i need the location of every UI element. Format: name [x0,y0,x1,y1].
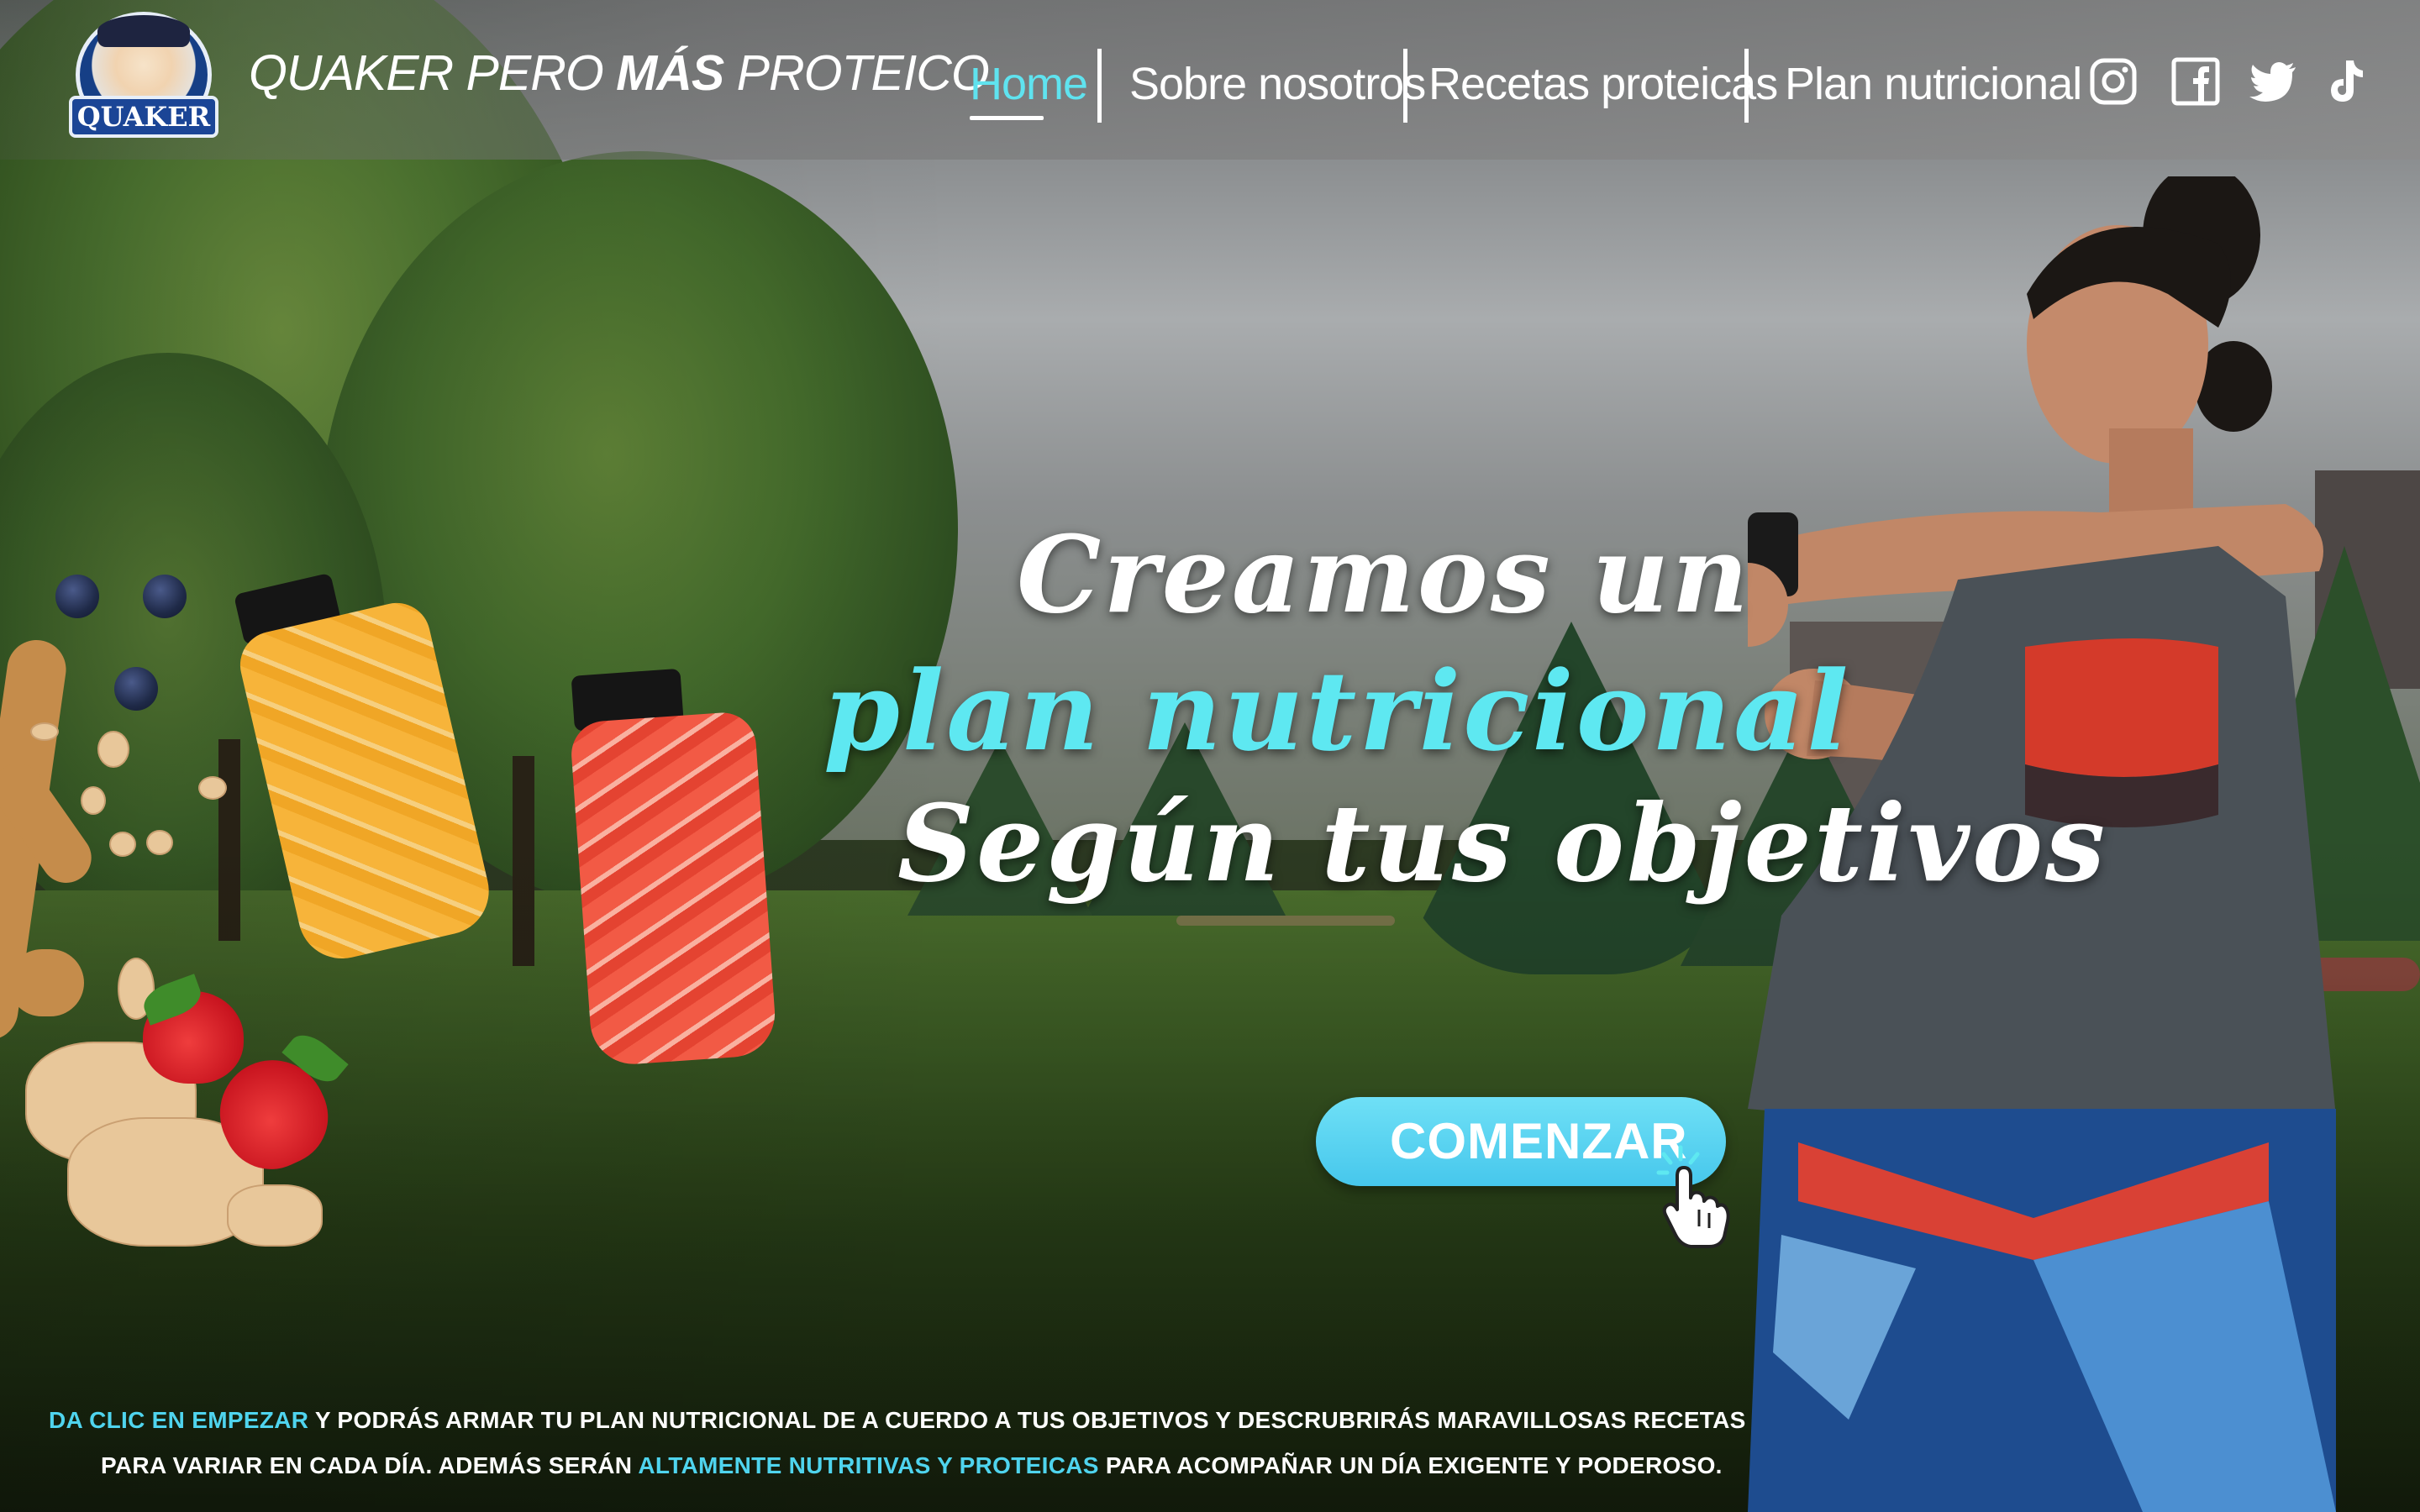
description-line-2: PARA VARIAR EN CADA DÍA. ADEMÁS SERÁN AL… [101,1445,1723,1487]
description-text: Y PODRÁS ARMAR TU PLAN NUTRICIONAL DE A … [308,1407,1746,1433]
description-text: PARA VARIAR EN CADA DÍA. ADEMÁS SERÁN [101,1452,639,1478]
ginger-root [8,949,84,1016]
oat-flake [30,722,59,741]
headline-line-2: plan nutricional [823,647,1851,775]
oat-flake [146,830,173,855]
facebook-icon[interactable] [2170,55,2222,108]
blueberry [55,575,99,618]
oat-flake [109,832,136,857]
instagram-icon[interactable] [2087,55,2139,108]
description-highlight: DA CLIC EN EMPEZAR [49,1407,309,1433]
landing-page: QUAKER QUAKER PERO MÁS PROTEICO Home Sob… [0,0,2420,1512]
intro-description: DA CLIC EN EMPEZAR Y PODRÁS ARMAR TU PLA… [34,1393,1745,1502]
headline-line-1: Creamos un [1017,512,1751,637]
description-text: PARA ACOMPAÑAR UN DÍA EXIGENTE Y PODEROS… [1098,1452,1723,1478]
nav-home[interactable]: Home [970,42,1088,126]
nav-plan-nutricional[interactable]: Plan nutricional [1785,42,2082,126]
nav-divider [1403,49,1407,123]
oat-pile [227,1184,323,1247]
tiktok-icon[interactable] [2321,55,2373,108]
nav-active-indicator [970,116,1044,120]
strawberry-juice-bottle [566,662,804,1079]
description-line-1: DA CLIC EN EMPEZAR Y PODRÁS ARMAR TU PLA… [49,1399,1746,1441]
oat-flake [97,731,129,768]
description-highlight: ALTAMENTE NUTRITIVAS Y PROTEICAS [638,1452,1099,1478]
oat-flake [81,786,106,815]
oat-flake [198,776,227,800]
pointer-hand-icon [1656,1145,1730,1248]
blueberry [143,575,187,618]
headline-line-3: Según tus objetivos [897,781,2108,906]
blueberry [114,667,158,711]
nav-divider [1744,49,1749,123]
nav-sobre-nosotros[interactable]: Sobre nosotros [1129,42,1426,126]
twitter-icon[interactable] [2247,55,2299,108]
hero-headline: Creamos un plan nutricional Según tus ob… [807,504,2105,941]
nav-divider [1097,49,1102,123]
main-nav: Home Sobre nosotros Recetas proteicas Pl… [0,42,2420,126]
nav-recetas-proteicas[interactable]: Recetas proteicas [1428,42,1778,126]
